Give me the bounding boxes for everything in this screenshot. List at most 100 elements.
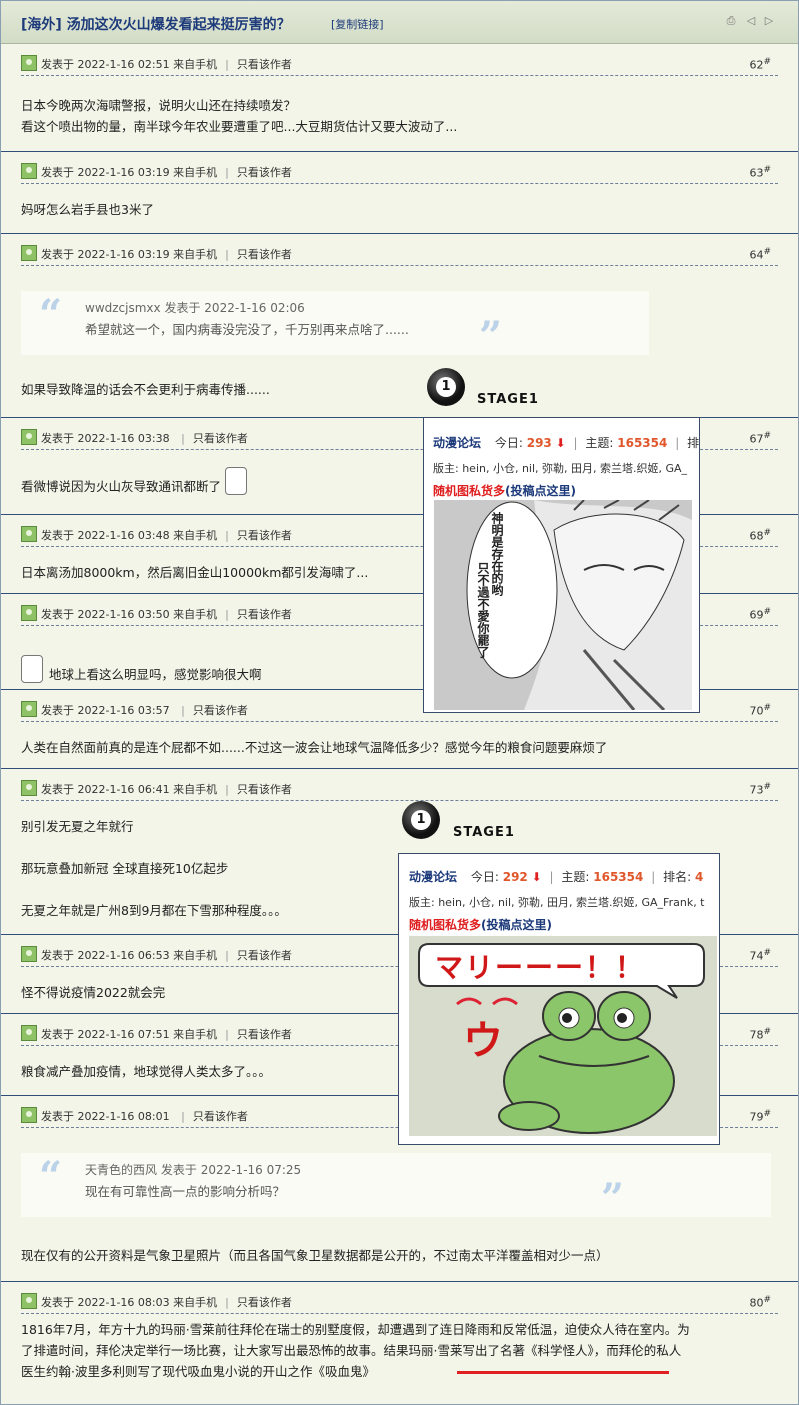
post-time: 2022-1-16 03:50 <box>77 608 170 621</box>
floor-number[interactable]: 62# <box>749 57 771 72</box>
post-time: 2022-1-16 06:53 <box>77 949 170 962</box>
user-avatar-icon[interactable] <box>21 780 37 796</box>
post-line: 1816年7月，年方十九的玛丽·雪莱前往拜伦在瑞士的别墅度假，却遭遇到了连日降雨… <box>21 1322 690 1337</box>
quote-text: 希望就这一个，国内病毒没完没了，千万别再来点啥了...... <box>85 322 409 337</box>
from-mobile: 来自手机 <box>173 248 218 261</box>
posted-label: 发表于 <box>41 949 74 962</box>
floor-number[interactable]: 74# <box>749 948 771 963</box>
only-author-link[interactable]: 只看该作者 <box>193 1110 248 1123</box>
post: 发表于 2022-1-16 08:03 来自手机 | 只看该作者 80# 1816年7月… <box>1 1281 798 1404</box>
today-count: 293 <box>526 436 552 450</box>
user-avatar-icon[interactable] <box>21 526 37 542</box>
frog-bubble-text: マリーーー！！ <box>435 951 646 984</box>
user-avatar-icon[interactable] <box>21 55 37 71</box>
forum-thread: [海外] 汤加这次火山爆发看起来挺厉害的？ [复制链接] ⎙ ◁ ▷ 发表于 2… <box>0 0 799 1405</box>
post-content: 日本今晚两次海啸警报，说明火山还在持续喷发？ 看这个喷出物的量，南半球今年农业要遭… <box>21 95 778 137</box>
forum-card-1: 动漫论坛 今日: 293 ⬇ | 主题: 165354 | 排 版主: hein… <box>423 417 700 713</box>
posted-label: 发表于 <box>41 783 74 796</box>
floor-number[interactable]: 64# <box>749 247 771 262</box>
post: 发表于 2022-1-16 02:51 来自手机 | 只看该作者 62# 日本今晚两次海… <box>1 43 798 152</box>
from-mobile: 来自手机 <box>173 58 218 71</box>
only-author-link[interactable]: 只看该作者 <box>237 783 292 796</box>
topic-count: 165354 <box>593 870 644 884</box>
post-meta: 发表于 2022-1-16 06:53 来自手机 | 只看该作者 <box>21 946 292 963</box>
user-avatar-icon[interactable] <box>21 429 37 445</box>
posted-label: 发表于 <box>41 529 74 542</box>
post-meta: 发表于 2022-1-16 03:38 | 只看该作者 <box>21 429 248 446</box>
floor-number[interactable]: 80# <box>749 1295 771 1310</box>
random-pic-link[interactable]: 随机图私货多 <box>409 918 481 932</box>
submit-link[interactable]: (投稿点这里) <box>481 918 552 932</box>
from-mobile: 来自手机 <box>173 608 218 621</box>
open-quote-icon: “ <box>39 1153 63 1200</box>
post-meta: 发表于 2022-1-16 03:19 来自手机 | 只看该作者 <box>21 245 292 262</box>
post-meta: 发表于 2022-1-16 03:50 来自手机 | 只看该作者 <box>21 605 292 622</box>
next-thread-icon[interactable]: ▷ <box>763 15 775 27</box>
post-meta: 发表于 2022-1-16 07:51 来自手机 | 只看该作者 <box>21 1025 292 1042</box>
posted-label: 发表于 <box>41 1028 74 1041</box>
posted-label: 发表于 <box>41 608 74 621</box>
down-arrow-icon: ⬇ <box>531 870 542 884</box>
only-author-link[interactable]: 只看该作者 <box>193 432 248 445</box>
post-time: 2022-1-16 08:01 <box>77 1110 170 1123</box>
close-quote-icon: ” <box>479 313 503 360</box>
floor-number[interactable]: 73# <box>749 782 771 797</box>
copy-link-button[interactable]: [复制链接] <box>331 16 384 32</box>
posted-label: 发表于 <box>41 1296 74 1309</box>
prev-thread-icon[interactable]: ◁ <box>745 15 757 27</box>
posted-label: 发表于 <box>41 1110 74 1123</box>
divider <box>21 1313 778 1314</box>
posted-label: 发表于 <box>41 432 74 445</box>
rank-value: 4 <box>694 870 704 884</box>
only-author-link[interactable]: 只看该作者 <box>237 1296 292 1309</box>
user-avatar-icon[interactable] <box>21 946 37 962</box>
post-content: 人类在自然面前真的是连个屁都不如......不过这一波会让地球气温降低多少？感觉… <box>21 737 778 758</box>
quote-text: 现在有可靠性高一点的影响分析吗？ <box>85 1184 286 1199</box>
only-author-link[interactable]: 只看该作者 <box>237 529 292 542</box>
post-line: 了排遣时间，拜伦决定举行一场比赛，让大家写出最恐怖的故事。结果玛丽·雪莱写出了名… <box>21 1343 682 1358</box>
floor-number[interactable]: 67# <box>749 431 771 446</box>
moderators: 版主: hein, 小仓, nil, 弥勒, 田月, 索兰塔.织姬, GA_ <box>433 462 688 475</box>
only-author-link[interactable]: 只看该作者 <box>237 608 292 621</box>
floor-number[interactable]: 63# <box>749 165 771 180</box>
thread-titlebar: [海外] 汤加这次火山爆发看起来挺厉害的？ [复制链接] ⎙ ◁ ▷ <box>1 1 798 44</box>
post-time: 2022-1-16 03:57 <box>77 704 170 717</box>
submit-link[interactable]: (投稿点这里) <box>505 484 576 498</box>
only-author-link[interactable]: 只看该作者 <box>237 58 292 71</box>
post-content: 妈呀怎么岩手县也3米了 <box>21 199 778 220</box>
from-mobile: 来自手机 <box>173 783 218 796</box>
only-author-link[interactable]: 只看该作者 <box>193 704 248 717</box>
emoticon-icon <box>225 467 248 495</box>
floor-number[interactable]: 79# <box>749 1109 771 1124</box>
post-time: 2022-1-16 06:41 <box>77 783 170 796</box>
forum-name[interactable]: 动漫论坛 <box>409 870 457 884</box>
post-line: 现在仅有的公开资料是气象卫星照片（而且各国气象卫星数据都是公开的，不过南太平洋覆… <box>21 1248 609 1263</box>
only-author-link[interactable]: 只看该作者 <box>237 166 292 179</box>
floor-number[interactable]: 78# <box>749 1027 771 1042</box>
user-avatar-icon[interactable] <box>21 605 37 621</box>
post: 发表于 2022-1-16 03:19 来自手机 | 只看该作者 63# 妈呀怎么岩手县… <box>1 151 798 234</box>
user-avatar-icon[interactable] <box>21 163 37 179</box>
quote-author[interactable]: 天青色的西风 <box>85 1163 157 1177</box>
only-author-link[interactable]: 只看该作者 <box>237 1028 292 1041</box>
user-avatar-icon[interactable] <box>21 701 37 717</box>
only-author-link[interactable]: 只看该作者 <box>237 248 292 261</box>
user-avatar-icon[interactable] <box>21 1293 37 1309</box>
floor-number[interactable]: 69# <box>749 607 771 622</box>
floor-number[interactable]: 68# <box>749 528 771 543</box>
from-mobile: 来自手机 <box>173 1296 218 1309</box>
only-author-link[interactable]: 只看该作者 <box>237 949 292 962</box>
user-avatar-icon[interactable] <box>21 245 37 261</box>
post-line: 如果导致降温的话会不会更利于病毒传播...... <box>21 382 270 397</box>
floor-number[interactable]: 70# <box>749 703 771 718</box>
print-icon[interactable]: ⎙ <box>725 15 737 27</box>
forum-name[interactable]: 动漫论坛 <box>433 436 481 450</box>
user-avatar-icon[interactable] <box>21 1025 37 1041</box>
from-mobile: 来自手机 <box>173 1028 218 1041</box>
random-pic-link[interactable]: 随机图私货多 <box>433 484 505 498</box>
post-line: 妈呀怎么岩手县也3米了 <box>21 202 154 217</box>
divider <box>21 800 778 801</box>
frog-image: マリーーー！！ ウ <box>409 936 717 1136</box>
user-avatar-icon[interactable] <box>21 1107 37 1123</box>
quote-author[interactable]: wwdzcjsmxx <box>85 301 161 315</box>
